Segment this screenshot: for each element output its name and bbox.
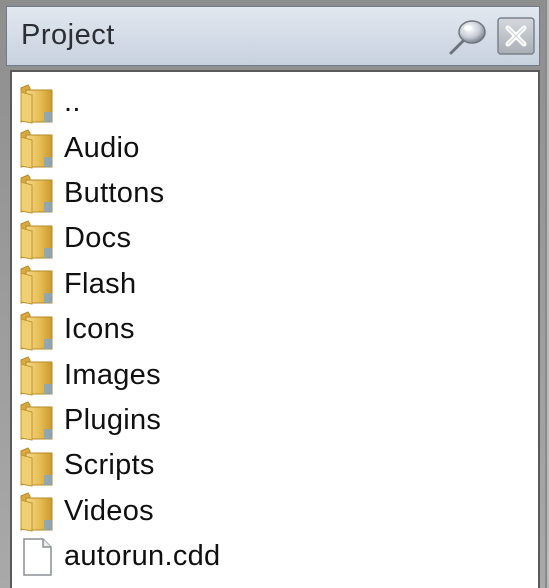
folder-icon xyxy=(18,354,56,396)
folder-icon xyxy=(18,445,56,487)
folder-item[interactable]: Buttons xyxy=(18,171,538,216)
panel-titlebar[interactable]: Project xyxy=(6,6,540,66)
folder-icon xyxy=(18,218,56,260)
item-label: Audio xyxy=(64,131,140,164)
item-label: Flash xyxy=(64,267,137,300)
folder-item[interactable]: Videos xyxy=(18,489,538,534)
folder-item[interactable]: Icons xyxy=(18,307,538,352)
folder-icon xyxy=(18,399,56,442)
item-label: Icons xyxy=(64,313,135,346)
pin-button[interactable] xyxy=(445,17,489,57)
file-icon xyxy=(18,536,56,578)
item-label: Buttons xyxy=(64,176,165,209)
folder-item[interactable]: .. xyxy=(18,80,538,125)
panel-title: Project xyxy=(21,19,115,51)
folder-icon xyxy=(18,490,56,532)
file-item[interactable]: autorun.cdd xyxy=(18,534,538,579)
folder-icon xyxy=(18,172,56,215)
item-label: .. xyxy=(64,86,81,119)
folder-item[interactable]: Images xyxy=(18,352,538,397)
item-label: Videos xyxy=(64,494,154,527)
item-label: autorun.cdd xyxy=(64,540,221,573)
file-list: .. Audio Buttons Docs Flash Icons Images Plugin… xyxy=(18,80,538,579)
folder-item[interactable]: Docs xyxy=(18,216,538,261)
folder-icon xyxy=(18,82,56,124)
item-label: Plugins xyxy=(64,403,162,436)
folder-item[interactable]: Flash xyxy=(18,262,538,307)
folder-icon xyxy=(18,309,56,351)
item-label: Images xyxy=(64,358,161,391)
folder-icon xyxy=(18,127,56,169)
pin-icon xyxy=(449,20,486,55)
file-list-panel: .. Audio Buttons Docs Flash Icons Images Plugin… xyxy=(10,70,540,588)
folder-item[interactable]: Scripts xyxy=(18,443,538,488)
item-label: Docs xyxy=(64,222,132,255)
close-icon xyxy=(497,17,535,55)
folder-icon xyxy=(18,263,56,305)
close-button[interactable] xyxy=(497,17,535,55)
project-window: Project .. Audio Buttons Docs Flash Icon… xyxy=(0,0,547,588)
item-label: Scripts xyxy=(64,449,155,482)
folder-item[interactable]: Plugins xyxy=(18,398,538,443)
folder-item[interactable]: Audio xyxy=(18,125,538,170)
